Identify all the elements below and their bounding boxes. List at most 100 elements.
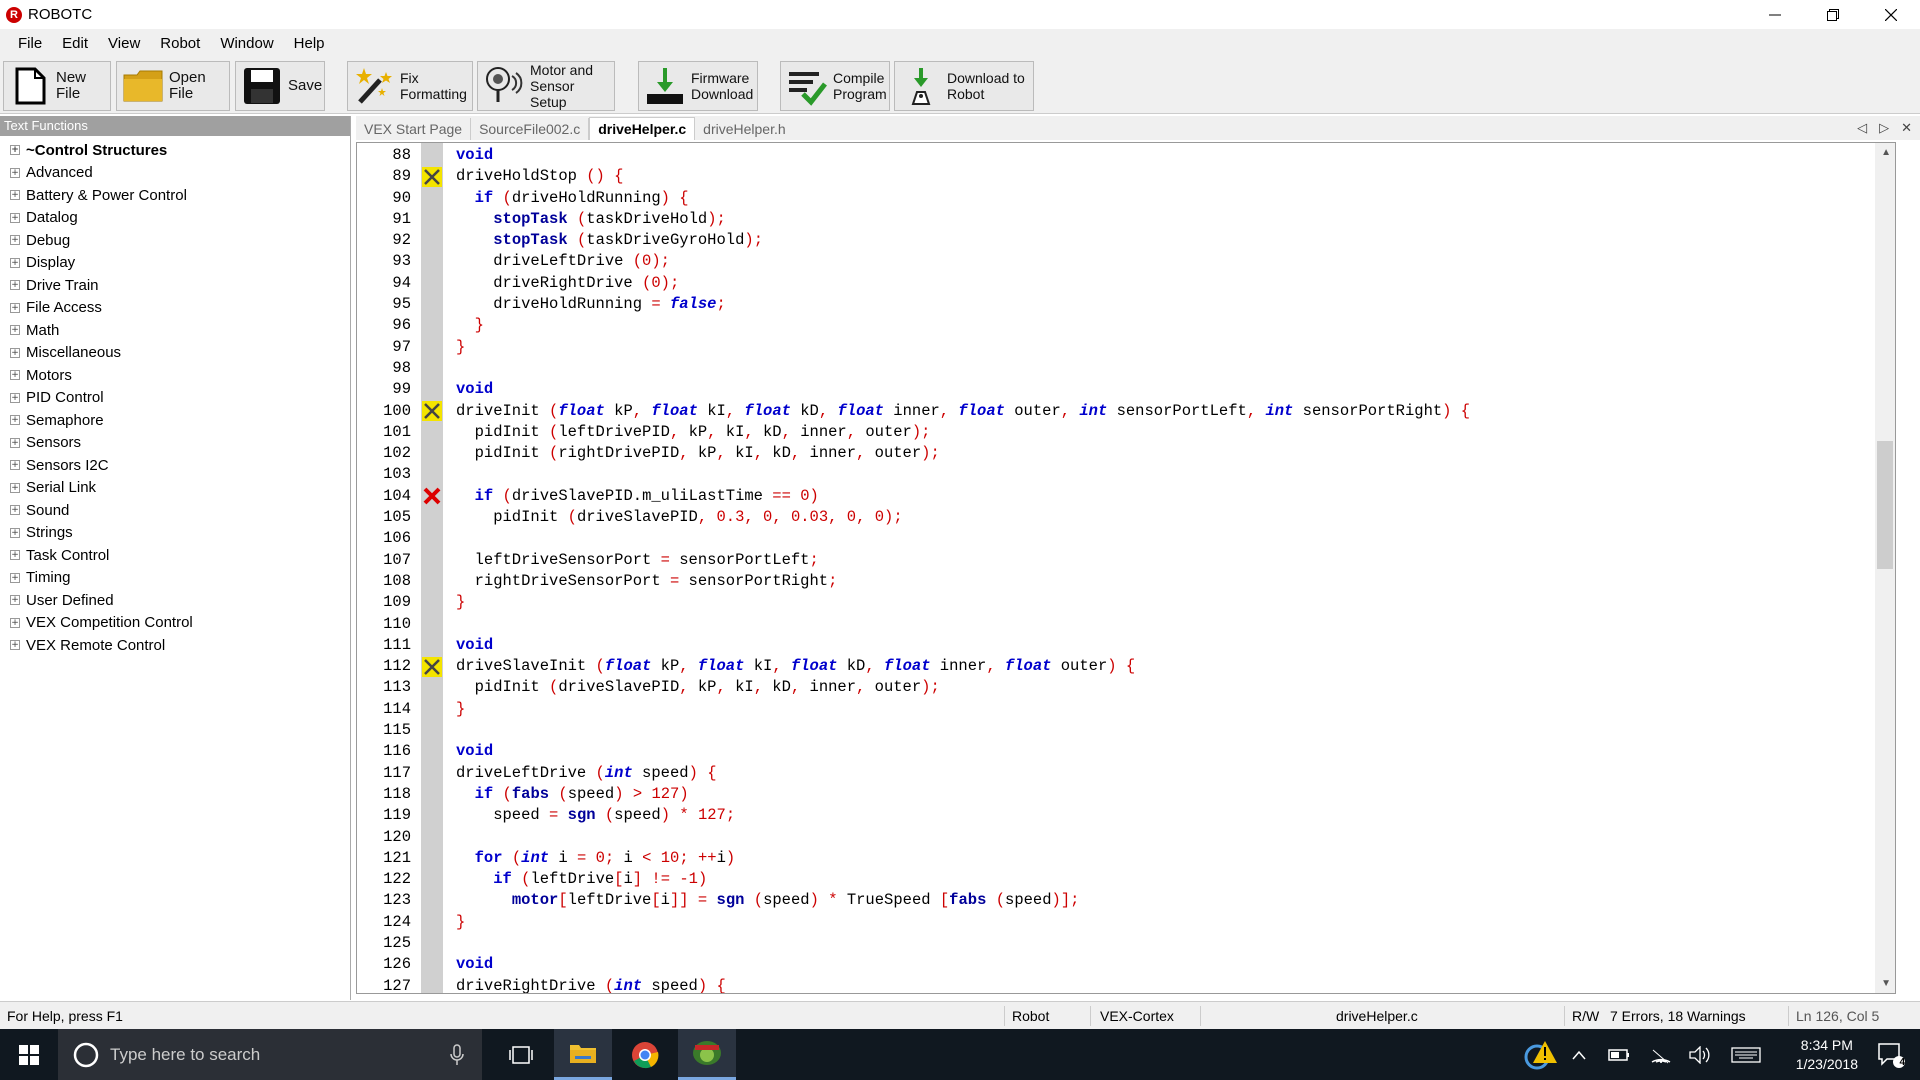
sidebar-item[interactable]: + Task Control (0, 544, 350, 567)
scroll-up-icon[interactable]: ▲ (1881, 147, 1891, 158)
code-line[interactable]: 113 pidInit (driveSlavePID, kP, kI, kD, … (357, 677, 1895, 698)
save-button[interactable]: Save (235, 61, 325, 111)
code-editor[interactable]: 88 void 89 driveHoldStop () {90 if (driveHo… (356, 142, 1896, 994)
restore-button[interactable] (1804, 0, 1862, 29)
expand-icon[interactable]: + (10, 280, 20, 291)
expand-icon[interactable]: + (10, 505, 20, 516)
expand-icon[interactable]: + (10, 550, 20, 561)
code-line[interactable]: 90 if (driveHoldRunning) { (357, 188, 1895, 209)
error-marker-icon[interactable] (421, 486, 443, 507)
sidebar-item[interactable]: + Drive Train (0, 274, 350, 297)
code-line[interactable]: 111 void (357, 635, 1895, 656)
keyboard-button[interactable] (1728, 1029, 1764, 1080)
code-line[interactable]: 103 (357, 464, 1895, 485)
action-center-button[interactable]: 4 (1866, 1029, 1916, 1080)
sidebar-item[interactable]: + Display (0, 252, 350, 275)
menu-file[interactable]: File (8, 35, 52, 52)
expand-icon[interactable]: + (10, 212, 20, 223)
menu-window[interactable]: Window (210, 35, 283, 52)
sidebar-item[interactable]: + Advanced (0, 162, 350, 185)
sidebar-item[interactable]: + Strings (0, 522, 350, 545)
wifi-button[interactable] (1646, 1029, 1676, 1080)
code-line[interactable]: 120 (357, 827, 1895, 848)
code-line[interactable]: 104 if (driveSlavePID.m_uliLastTime == 0… (357, 486, 1895, 507)
file-explorer-button[interactable] (554, 1029, 612, 1080)
code-line[interactable]: 124} (357, 912, 1895, 933)
expand-icon[interactable]: + (10, 415, 20, 426)
code-line[interactable]: 97} (357, 337, 1895, 358)
expand-icon[interactable]: + (10, 437, 20, 448)
tab-drivehelper-h[interactable]: driveHelper.h (695, 118, 794, 140)
code-line[interactable]: 96 } (357, 315, 1895, 336)
expand-icon[interactable]: + (10, 640, 20, 651)
sidebar-item[interactable]: + Datalog (0, 207, 350, 230)
download-to-robot-button[interactable]: Download to Robot (894, 61, 1034, 111)
expand-icon[interactable]: + (10, 302, 20, 313)
expand-icon[interactable]: + (10, 460, 20, 471)
robotc-taskbar-button[interactable] (678, 1029, 736, 1080)
minimize-button[interactable] (1746, 0, 1804, 29)
code-line[interactable]: 121 for (int i = 0; i < 10; ++i) (357, 848, 1895, 869)
code-line[interactable]: 122 if (leftDrive[i] != -1) (357, 869, 1895, 890)
start-button[interactable] (0, 1029, 58, 1080)
tray-warning-button[interactable] (1518, 1029, 1562, 1080)
warning-marker-icon[interactable] (421, 166, 443, 187)
expand-icon[interactable]: + (10, 392, 20, 403)
sidebar-item[interactable]: + Math (0, 319, 350, 342)
expand-icon[interactable]: + (10, 325, 20, 336)
warning-marker-icon[interactable] (421, 656, 443, 677)
code-line[interactable]: 127 driveRightDrive (int speed) { (357, 976, 1895, 993)
expand-icon[interactable]: + (10, 482, 20, 493)
code-line[interactable]: 106 (357, 528, 1895, 549)
code-line[interactable]: 89 driveHoldStop () { (357, 166, 1895, 187)
code-line[interactable]: 117 driveLeftDrive (int speed) { (357, 763, 1895, 784)
expand-icon[interactable]: + (10, 190, 20, 201)
code-line[interactable]: 101 pidInit (leftDrivePID, kP, kI, kD, i… (357, 422, 1895, 443)
scroll-down-icon[interactable]: ▼ (1881, 978, 1891, 989)
code-line[interactable]: 88 void (357, 145, 1895, 166)
code-line[interactable]: 126 void (357, 954, 1895, 975)
chrome-button[interactable] (616, 1029, 674, 1080)
expand-icon[interactable]: + (10, 167, 20, 178)
expand-icon[interactable]: + (10, 527, 20, 538)
tab-vex-start-page[interactable]: VEX Start Page (356, 118, 472, 140)
tab-drivehelper-c[interactable]: driveHelper.c (589, 117, 696, 140)
open-file-button[interactable]: Open File (116, 61, 230, 111)
tab-sourcefile002-c[interactable]: SourceFile002.c (471, 118, 590, 140)
volume-button[interactable] (1686, 1029, 1716, 1080)
code-line[interactable]: 92 stopTask (taskDriveGyroHold); (357, 230, 1895, 251)
new-file-button[interactable]: New File (3, 61, 111, 111)
sidebar-item[interactable]: + Motors (0, 364, 350, 387)
task-view-button[interactable] (492, 1029, 550, 1080)
code-line[interactable]: 102 pidInit (rightDrivePID, kP, kI, kD, … (357, 443, 1895, 464)
firmware-download-button[interactable]: Firmware Download (638, 61, 758, 111)
code-line[interactable]: 105 pidInit (driveSlavePID, 0.3, 0, 0.03… (357, 507, 1895, 528)
expand-icon[interactable]: + (10, 347, 20, 358)
code-line[interactable]: 94 driveRightDrive (0); (357, 273, 1895, 294)
sidebar-item[interactable]: + Sensors I2C (0, 454, 350, 477)
warning-marker-icon[interactable] (421, 401, 443, 422)
code-line[interactable]: 99 void (357, 379, 1895, 400)
battery-button[interactable] (1604, 1029, 1634, 1080)
expand-icon[interactable]: + (10, 370, 20, 381)
show-hidden-icons-button[interactable] (1566, 1029, 1592, 1080)
code-line[interactable]: 119 speed = sgn (speed) * 127; (357, 805, 1895, 826)
code-line[interactable]: 115 (357, 720, 1895, 741)
motor-sensor-setup-button[interactable]: Motor and Sensor Setup (477, 61, 615, 111)
sidebar-item[interactable]: + PID Control (0, 387, 350, 410)
tab-scroll-left-icon[interactable]: ◁ (1857, 120, 1867, 136)
code-line[interactable]: 91 stopTask (taskDriveHold); (357, 209, 1895, 230)
sidebar-item[interactable]: + Timing (0, 567, 350, 590)
sidebar-item[interactable]: + Battery & Power Control (0, 184, 350, 207)
expand-icon[interactable]: + (10, 257, 20, 268)
expand-icon[interactable]: + (10, 235, 20, 246)
code-line[interactable]: 100 driveInit (float kP, float kI, float … (357, 401, 1895, 422)
code-line[interactable]: 98 (357, 358, 1895, 379)
taskbar-search[interactable]: Type here to search (58, 1029, 482, 1080)
compile-program-button[interactable]: Compile Program (780, 61, 890, 111)
system-clock[interactable]: 8:34 PM 1/23/2018 (1796, 1036, 1858, 1074)
code-line[interactable]: 93 driveLeftDrive (0); (357, 251, 1895, 272)
code-line[interactable]: 95 driveHoldRunning = false; (357, 294, 1895, 315)
sidebar-item[interactable]: + File Access (0, 297, 350, 320)
code-lines[interactable]: 88 void 89 driveHoldStop () {90 if (driveHo… (357, 145, 1895, 993)
